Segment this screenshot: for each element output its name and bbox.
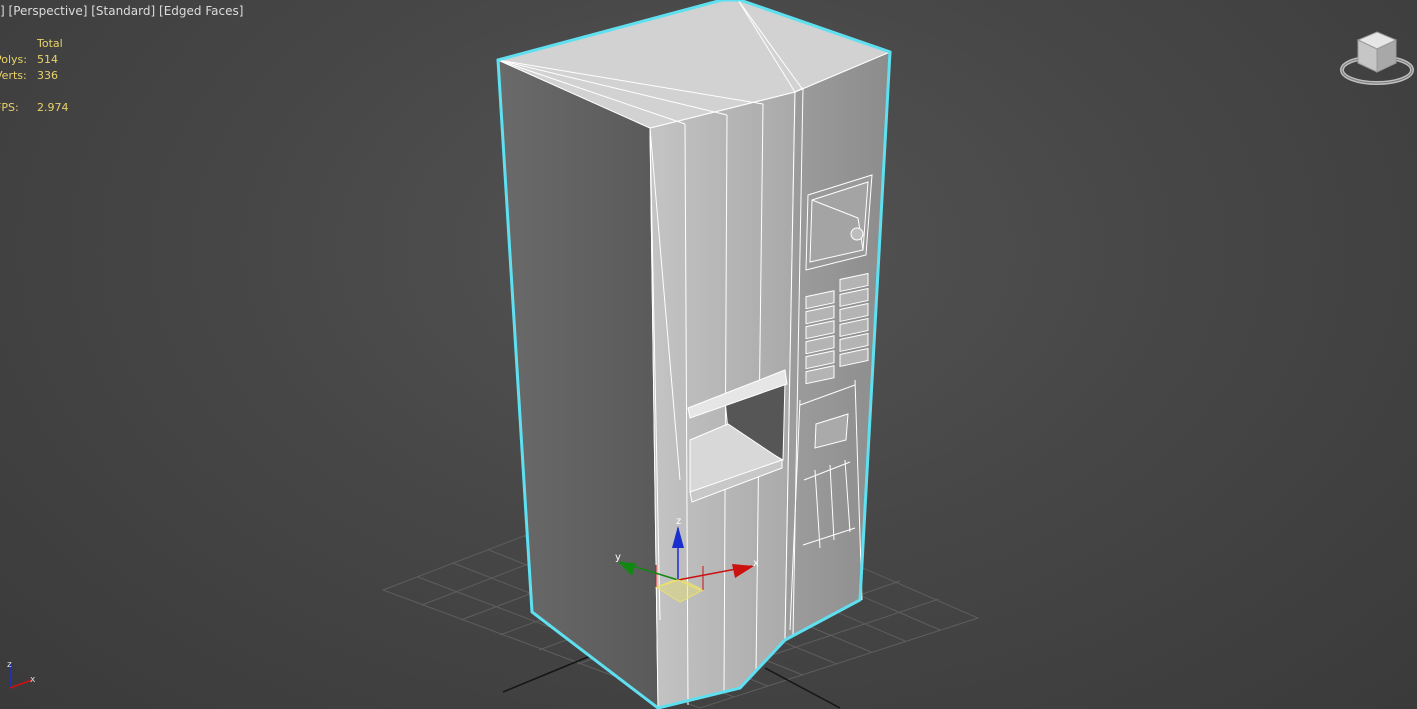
view-point-menu[interactable]: [Perspective] [9,4,88,18]
viewcube-icon[interactable] [1338,28,1416,90]
polys-label: Polys: [0,53,27,66]
viewport-menu-bracket[interactable]: ] [0,4,5,18]
refrigerator-model[interactable] [496,0,892,709]
gizmo-y-label: y [615,552,621,563]
verts-value: 336 [37,69,58,82]
fps-value: 2.974 [37,101,69,114]
display-mode-menu[interactable]: [Edged Faces] [159,4,243,18]
viewport-label[interactable]: ] [Perspective] [Standard] [Edged Faces] [0,4,243,18]
corner-x-label: x [30,675,36,685]
fps-label: FPS: [0,101,19,114]
verts-label: Verts: [0,69,27,82]
shading-mode-menu[interactable]: [Standard] [91,4,155,18]
statistics-overlay: Total Polys: 514 Verts: 336 FPS: 2.974 [0,36,69,116]
gizmo-z-label: z [676,516,681,527]
world-axis-tripod: z x [7,660,36,689]
gizmo-x-label: x [753,558,759,569]
stats-header: Total [37,37,63,50]
fridge-left-face[interactable] [497,59,659,709]
viewport-scene[interactable]: z y x z x [0,0,1417,709]
corner-z-label: z [7,660,12,670]
ice-maker-icon [850,227,864,241]
polys-value: 514 [37,53,58,66]
